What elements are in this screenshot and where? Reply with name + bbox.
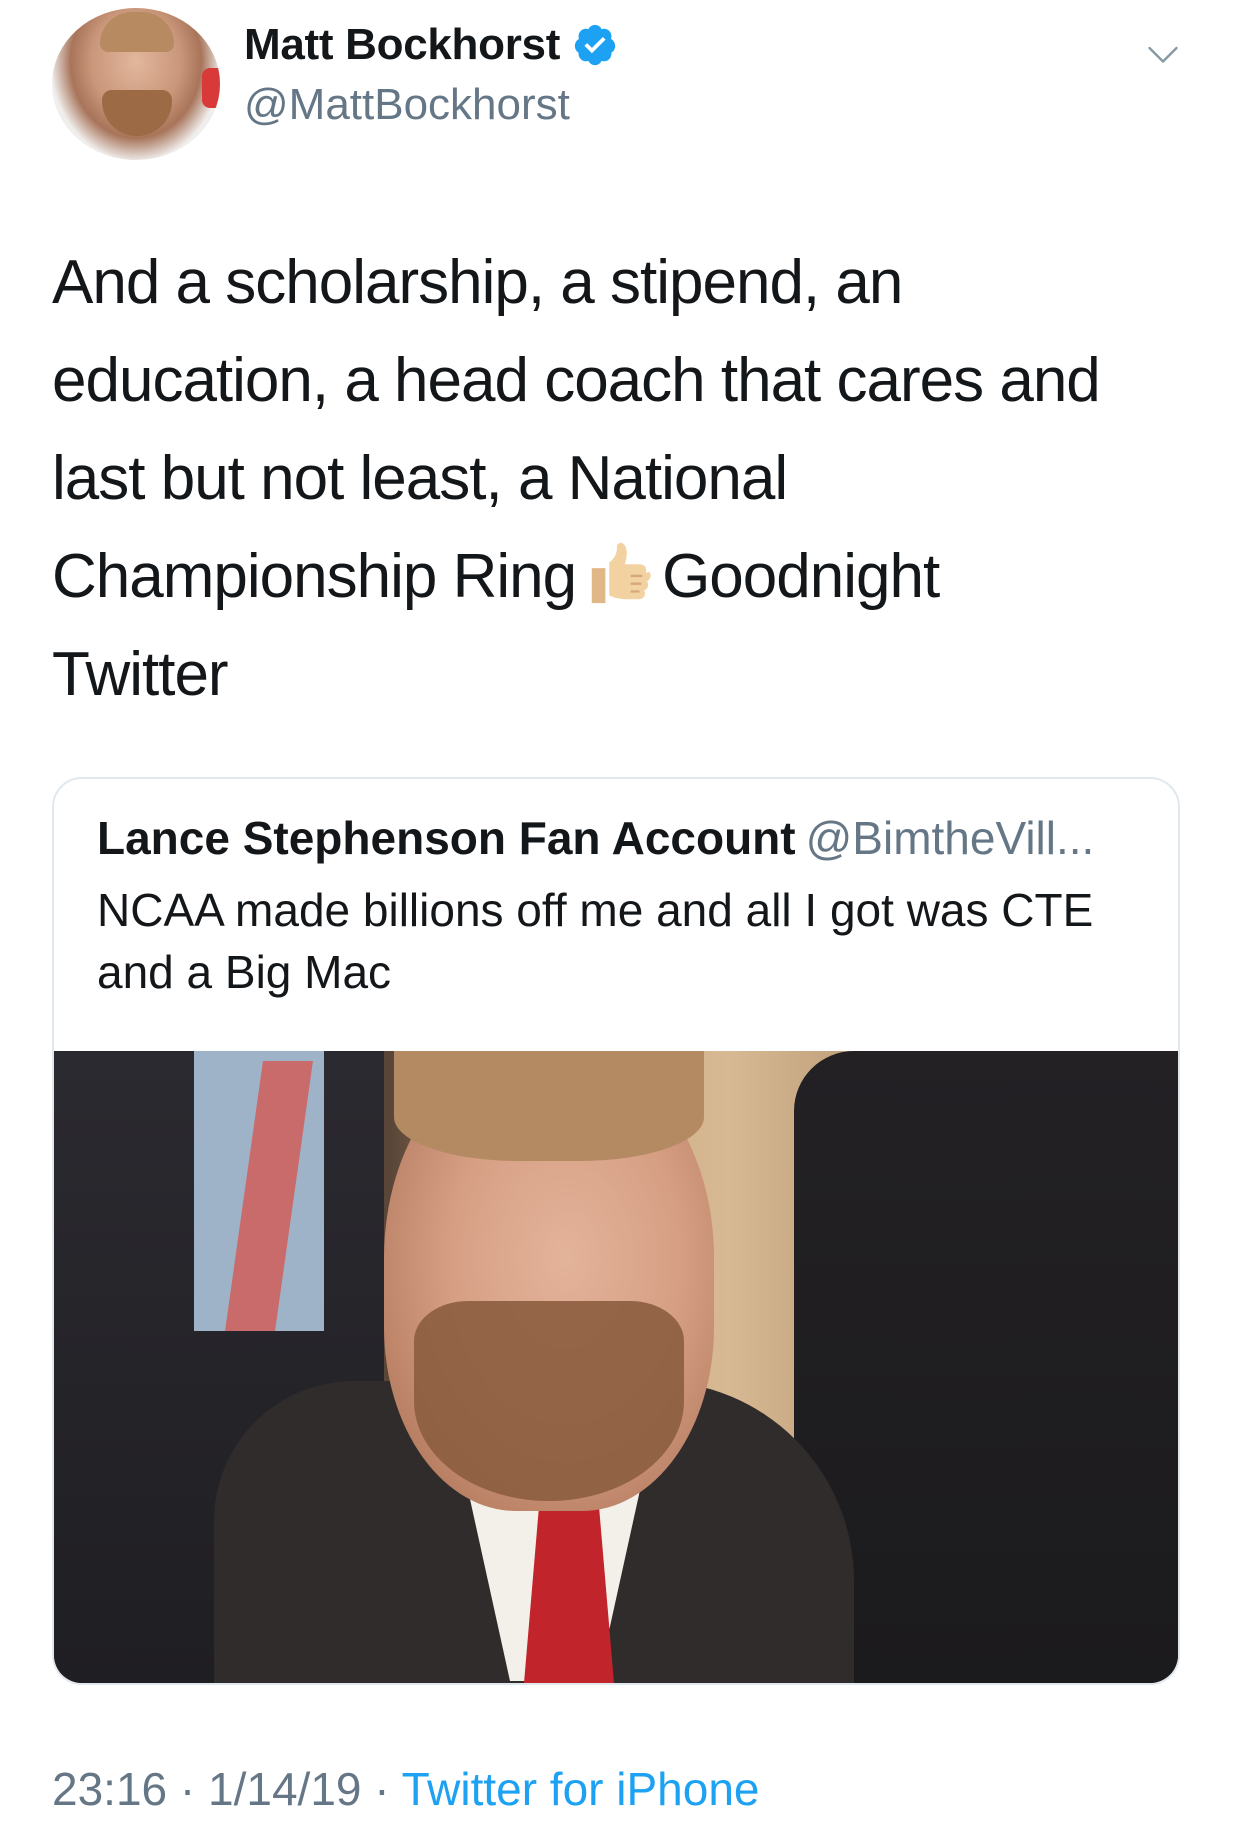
quoted-tweet-card[interactable]: Lance Stephenson Fan Account @BimtheVill.…: [52, 777, 1180, 1685]
tweet-time[interactable]: 23:16: [52, 1763, 167, 1815]
avatar-red-shape: [202, 68, 220, 108]
quoted-tweet-author-name: Lance Stephenson Fan Account: [97, 812, 796, 864]
author-name[interactable]: Matt Bockhorst: [244, 20, 618, 70]
author-name-text: Matt Bockhorst: [244, 20, 561, 69]
quoted-tweet-header: Lance Stephenson Fan Account @BimtheVill.…: [97, 811, 1094, 865]
quoted-tweet-author-handle: @BimtheVill...: [805, 812, 1095, 864]
avatar[interactable]: [52, 8, 220, 160]
avatar-hair-shape: [100, 12, 174, 52]
tweet-text: And a scholarship, a stipend, an educati…: [52, 234, 1192, 724]
quoted-tweet-text: NCAA made billions off me and all I got …: [97, 884, 1094, 998]
verified-badge-icon: [574, 24, 616, 66]
avatar-beard-shape: [102, 90, 172, 136]
chevron-down-icon[interactable]: [1145, 36, 1181, 72]
thumbs-up-emoji: [591, 542, 651, 604]
tweet-meta: 23:16 · 1/14/19 · Twitter for iPhone: [52, 1762, 760, 1816]
meta-separator-1: ·: [167, 1763, 209, 1815]
tweet-text-part1: And a scholarship, a stipend, an educati…: [52, 248, 1101, 611]
photo-man-beard: [414, 1301, 684, 1501]
quoted-tweet-photo[interactable]: [54, 1051, 1178, 1683]
tweet-date[interactable]: 1/14/19: [208, 1763, 361, 1815]
tweet-source-link[interactable]: Twitter for iPhone: [402, 1763, 760, 1815]
photo-man-hair: [394, 1051, 704, 1161]
meta-separator-2: ·: [361, 1763, 402, 1815]
author-handle[interactable]: @MattBockhorst: [244, 80, 570, 130]
